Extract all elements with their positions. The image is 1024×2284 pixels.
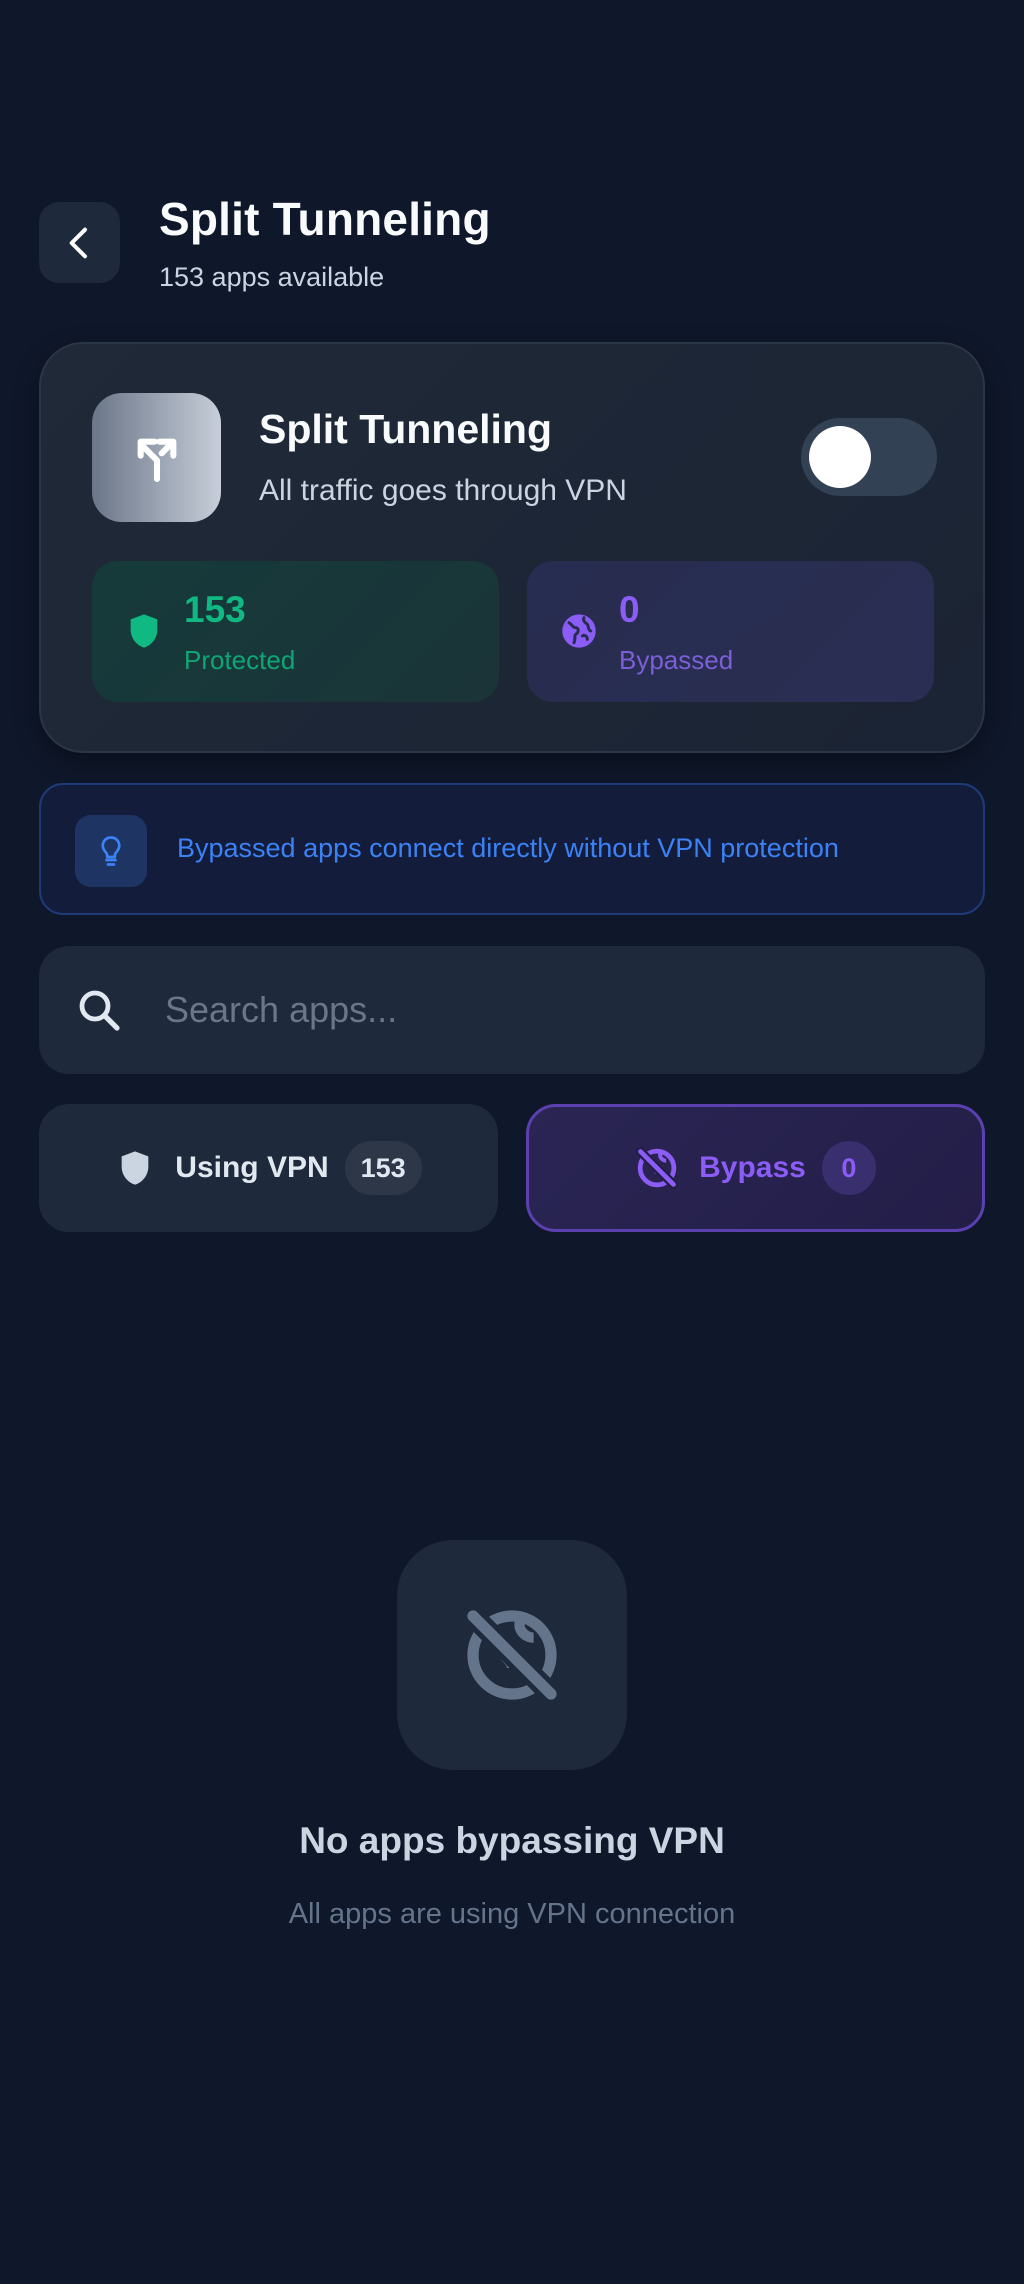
empty-state-subtitle: All apps are using VPN connection xyxy=(288,1898,736,1930)
page-subtitle: 153 apps available xyxy=(159,262,385,292)
back-button[interactable] xyxy=(39,202,120,283)
empty-state-title: No apps bypassing VPN xyxy=(299,1820,725,1861)
card-title: Split Tunneling xyxy=(259,406,553,452)
globe-icon xyxy=(562,614,596,648)
chevron-left-icon xyxy=(69,227,87,258)
tab-bypass[interactable]: Bypass 0 xyxy=(526,1104,985,1232)
split-tunneling-card: Split Tunneling All traffic goes through… xyxy=(39,342,985,753)
public-off-icon xyxy=(636,1146,679,1190)
info-text: Bypassed apps connect directly without V… xyxy=(177,833,839,863)
split-tunneling-toggle[interactable] xyxy=(801,418,937,496)
tab-bypass-label: Bypass xyxy=(699,1151,806,1184)
empty-state-icon-tile xyxy=(397,1540,627,1770)
bypassed-label: Bypassed xyxy=(619,645,734,675)
lightbulb-icon xyxy=(101,836,121,866)
bypassed-stat: 0 Bypassed xyxy=(527,561,934,702)
split-tunneling-screen: Split Tunneling 153 apps available Split… xyxy=(0,0,1024,2284)
tab-bypass-count: 0 xyxy=(821,1141,876,1195)
info-icon-box xyxy=(75,815,147,887)
toggle-knob xyxy=(809,426,871,488)
call-split-icon xyxy=(137,438,176,482)
protected-stat: 153 Protected xyxy=(92,561,499,702)
route-icon-tile xyxy=(92,393,221,522)
protected-count: 153 xyxy=(184,589,246,630)
page-title: Split Tunneling xyxy=(159,193,491,245)
shield-icon xyxy=(121,1151,149,1185)
tab-using-vpn-label: Using VPN xyxy=(175,1151,329,1184)
public-off-icon xyxy=(462,1605,562,1705)
search-input[interactable] xyxy=(165,976,945,1044)
card-description: All traffic goes through VPN xyxy=(259,474,627,507)
info-banner: Bypassed apps connect directly without V… xyxy=(39,783,985,915)
bypassed-count: 0 xyxy=(619,589,640,630)
shield-icon xyxy=(130,614,158,648)
protected-label: Protected xyxy=(184,645,296,675)
tab-using-vpn-count: 153 xyxy=(344,1141,422,1195)
search-icon xyxy=(79,990,120,1031)
search-bar[interactable] xyxy=(39,946,985,1074)
tab-using-vpn[interactable]: Using VPN 153 xyxy=(39,1104,498,1232)
